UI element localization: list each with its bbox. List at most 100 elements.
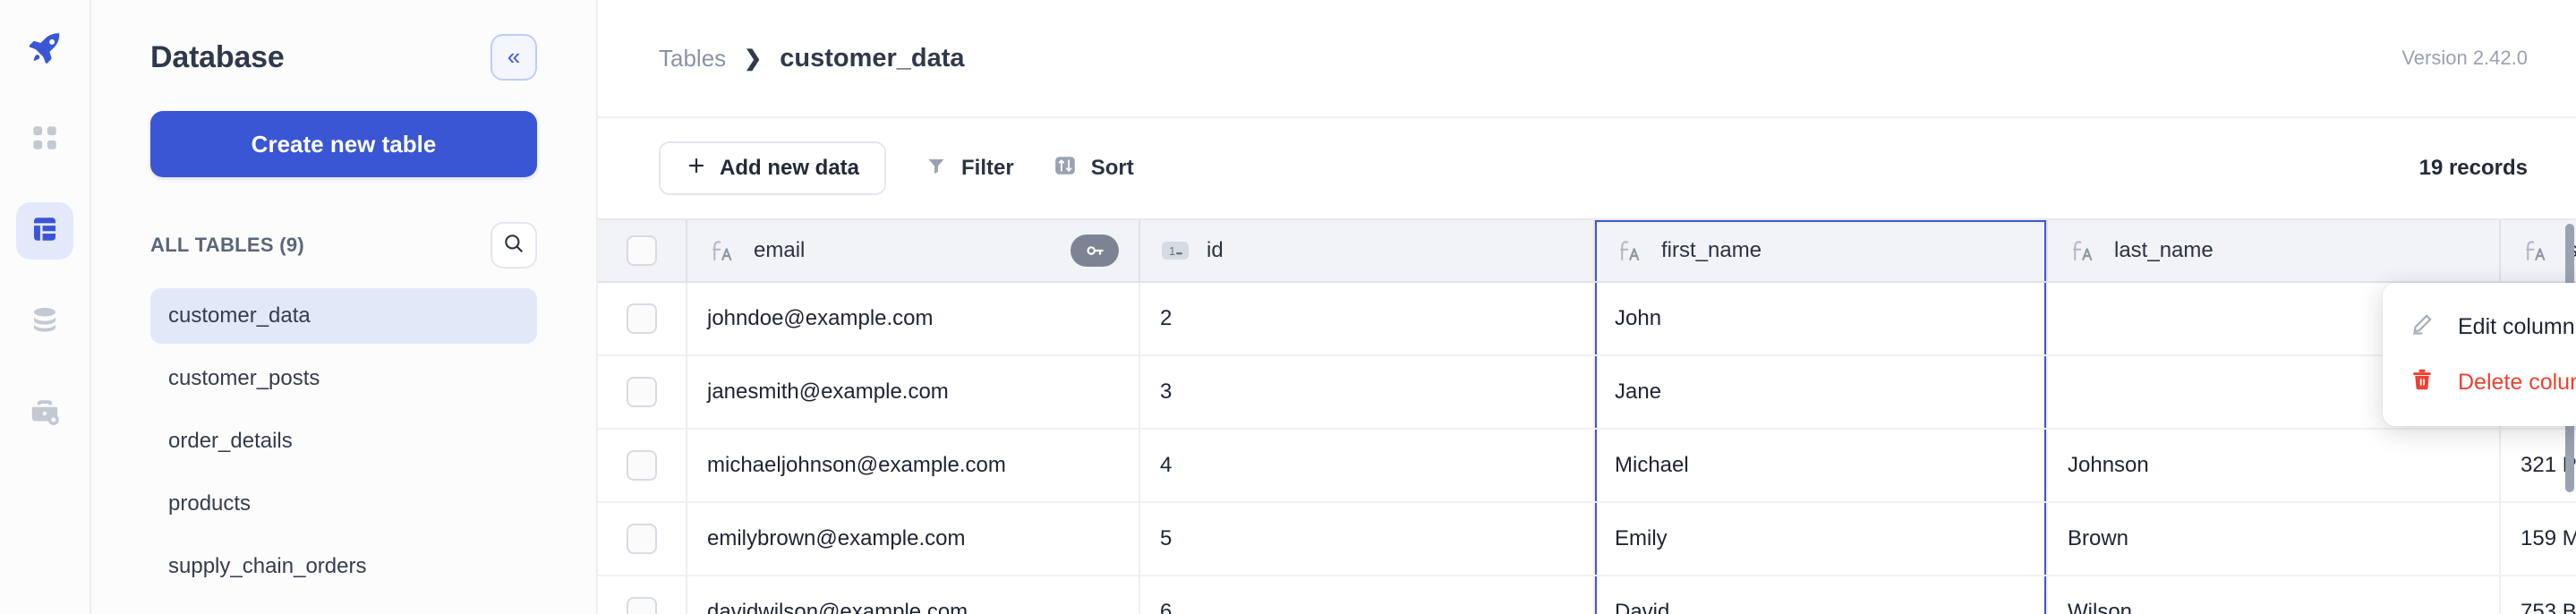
add-new-data-button[interactable]: Add new data: [659, 141, 886, 195]
edit-column-label: Edit column: [2458, 314, 2575, 340]
search-tables-button[interactable]: [490, 222, 537, 269]
version-label: Version 2.42.0: [2401, 47, 2528, 70]
table-row: michaeljohnson@example.com 4 Michael Joh…: [598, 430, 2576, 503]
cell-first-name[interactable]: Emily: [1595, 503, 2048, 575]
cell-first-name[interactable]: John: [1595, 283, 2048, 354]
column-context-menu: Edit column Delete column: [2383, 283, 2576, 426]
collapse-sidebar-button[interactable]: «: [490, 34, 537, 81]
rocket-icon[interactable]: [16, 20, 73, 77]
row-select-cell: [598, 430, 687, 501]
record-count: 19 records: [2419, 156, 2528, 181]
column-header-first-name[interactable]: first_name: [1595, 220, 2048, 281]
all-tables-label: ALL TABLES (9): [150, 234, 304, 257]
toolbar-actions: Add new data Filter: [659, 141, 1134, 195]
table-icon: [29, 213, 61, 250]
sidebar-item-tables[interactable]: [16, 202, 73, 260]
table-toolbar: Add new data Filter: [598, 118, 2576, 218]
delete-column-menu-item[interactable]: Delete column: [2383, 354, 2576, 410]
filter-button[interactable]: Filter: [925, 155, 1014, 183]
cell-first-name[interactable]: David: [1595, 576, 2048, 614]
breadcrumb-current: customer_data: [780, 44, 964, 73]
icon-rail: [0, 0, 91, 614]
create-new-table-button[interactable]: Create new table: [150, 111, 537, 177]
table-name: customer_posts: [168, 366, 320, 391]
plus-icon: [686, 155, 707, 183]
cell-email[interactable]: davidwilson@example.com: [687, 576, 1140, 614]
sidebar-header: Database «: [150, 0, 537, 81]
table-row: johndoe@example.com 2 John 123 Main St; …: [598, 283, 2576, 356]
grid-apps-icon: [30, 123, 60, 158]
cell-email[interactable]: emilybrown@example.com: [687, 503, 1140, 575]
tables-list: customer_data customer_posts order_detai…: [150, 288, 537, 594]
sort-arrows-icon: [1053, 154, 1077, 183]
select-all-checkbox[interactable]: [627, 235, 657, 266]
trash-icon: [2410, 367, 2435, 398]
data-grid: email 1: [598, 218, 2576, 614]
column-label: id: [1207, 238, 1224, 263]
text-type-icon: [707, 235, 738, 266]
sidebar: Database « Create new table ALL TABLES (…: [91, 0, 598, 614]
list-item[interactable]: supply_chain_orders: [150, 539, 537, 594]
chevron-right-icon: ❯: [744, 46, 762, 72]
table-row: davidwilson@example.com 6 David Wilson 7…: [598, 576, 2576, 614]
add-new-data-label: Add new data: [720, 156, 859, 181]
row-select-cell: [598, 503, 687, 575]
table-name: order_details: [168, 429, 293, 454]
cell-id[interactable]: 6: [1140, 576, 1595, 614]
pencil-icon: [2410, 311, 2435, 343]
column-header-last-name[interactable]: last_name: [2048, 220, 2501, 281]
sidebar-item-apps[interactable]: [16, 111, 73, 168]
cell-last-name[interactable]: Johnson: [2048, 430, 2501, 501]
breadcrumb-tables[interactable]: Tables: [659, 45, 726, 72]
primary-key-badge[interactable]: [1070, 235, 1119, 267]
column-header-id[interactable]: 1 id: [1140, 220, 1595, 281]
cell-email[interactable]: johndoe@example.com: [687, 283, 1140, 354]
row-select-cell: [598, 356, 687, 428]
text-type-icon: [1615, 235, 1645, 266]
cell-email[interactable]: michaeljohnson@example.com: [687, 430, 1140, 501]
edit-column-menu-item[interactable]: Edit column: [2383, 299, 2576, 354]
list-item[interactable]: order_details: [150, 414, 537, 469]
select-all-cell: [598, 220, 687, 281]
cell-first-name[interactable]: Jane: [1595, 356, 2048, 428]
breadcrumb: Tables ❯ customer_data: [659, 44, 965, 73]
cell-email[interactable]: janesmith@example.com: [687, 356, 1140, 428]
cell-id[interactable]: 3: [1140, 356, 1595, 428]
list-item[interactable]: products: [150, 476, 537, 532]
cell-first-name[interactable]: Michael: [1595, 430, 2048, 501]
table-row: emilybrown@example.com 5 Emily Brown 159…: [598, 503, 2576, 576]
sidebar-item-database[interactable]: [16, 294, 73, 351]
sort-label: Sort: [1091, 156, 1134, 181]
page-title: Database: [150, 40, 285, 75]
row-select-cell: [598, 283, 687, 354]
list-item[interactable]: customer_posts: [150, 351, 537, 406]
cell-last-name[interactable]: Brown: [2048, 503, 2501, 575]
funnel-icon: [925, 155, 947, 183]
table-name: customer_data: [168, 303, 311, 328]
cell-id[interactable]: 2: [1140, 283, 1595, 354]
cell-id[interactable]: 4: [1140, 430, 1595, 501]
list-item[interactable]: customer_data: [150, 288, 537, 344]
chevron-double-left-icon: «: [508, 45, 520, 68]
column-label: email: [754, 238, 805, 263]
row-select-cell: [598, 576, 687, 614]
row-checkbox[interactable]: [627, 450, 657, 481]
sidebar-item-workspace[interactable]: [16, 385, 73, 442]
row-checkbox[interactable]: [627, 303, 657, 334]
sort-button[interactable]: Sort: [1053, 154, 1134, 183]
row-checkbox[interactable]: [627, 524, 657, 554]
database-stack-icon: [29, 304, 61, 341]
column-header-email[interactable]: email: [687, 220, 1140, 281]
delete-column-label: Delete column: [2458, 370, 2576, 396]
main-panel: Tables ❯ customer_data Version 2.42.0 Ad…: [598, 0, 2576, 614]
column-label: last_name: [2114, 238, 2213, 263]
row-checkbox[interactable]: [627, 377, 657, 407]
text-type-icon: [2068, 235, 2098, 266]
cell-id[interactable]: 5: [1140, 503, 1595, 575]
table-name: supply_chain_orders: [168, 554, 366, 579]
briefcase-icon: [29, 396, 61, 432]
cell-last-name[interactable]: Wilson: [2048, 576, 2501, 614]
svg-text:1: 1: [1169, 244, 1175, 258]
row-checkbox[interactable]: [627, 597, 657, 614]
top-bar: Tables ❯ customer_data Version 2.42.0: [598, 0, 2576, 118]
